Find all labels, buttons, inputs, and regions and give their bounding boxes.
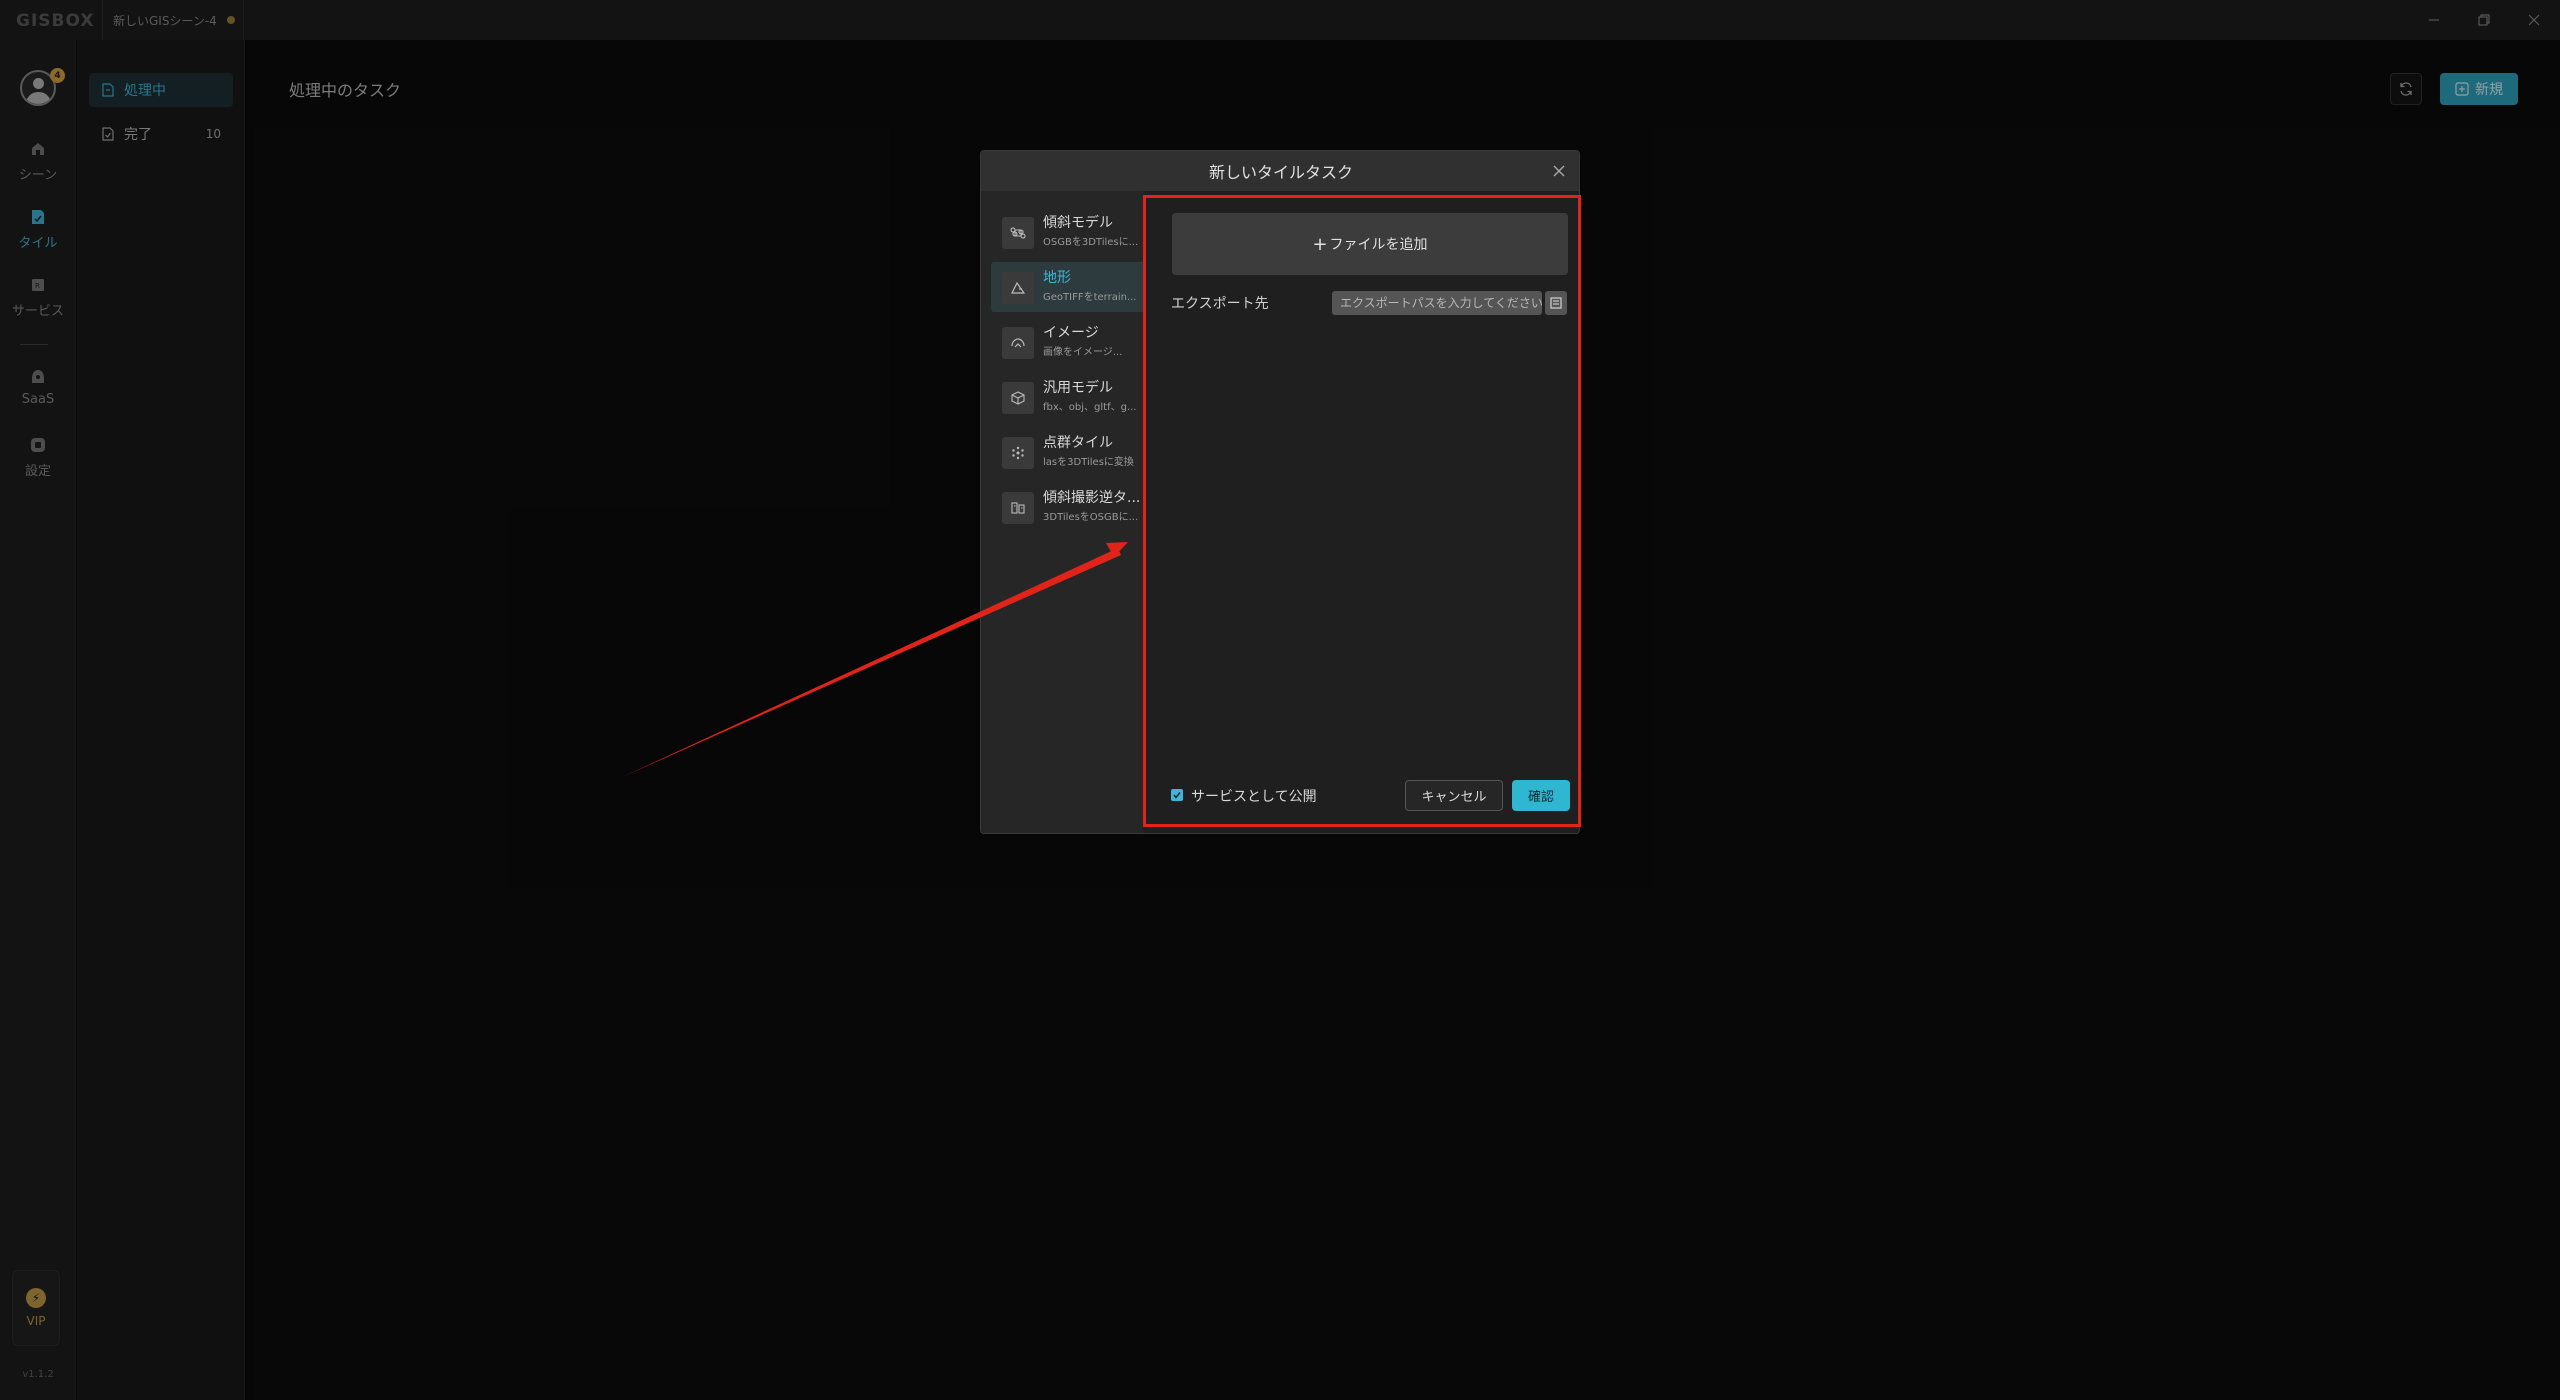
type-description: 画像をイメージ... [1043,347,1123,358]
check-icon [1173,792,1181,799]
type-item-reverse-oblique[interactable]: 傾斜撮影逆タ... 3DTilesをOSGBに... [991,482,1153,532]
task-type-list: 傾斜モデル OSGBを3DTilesに... 地形 GeoTIFFをterrai… [981,191,1153,833]
type-title: 地形 [1043,270,1071,286]
export-path-input[interactable] [1332,291,1542,315]
confirm-button[interactable]: 確認 [1512,780,1570,811]
type-description: lasを3DTilesに変換 [1043,457,1134,468]
dialog-header: 新しいタイルタスク [981,151,1579,191]
task-config-panel [1143,191,1579,833]
command-icon [1002,217,1034,249]
type-title: イメージ [1043,325,1099,341]
publish-as-service-checkbox[interactable] [1171,789,1183,801]
type-title: 汎用モデル [1043,380,1113,396]
type-title: 傾斜モデル [1043,215,1113,231]
cancel-button[interactable]: キャンセル [1405,780,1503,811]
type-item-image[interactable]: イメージ 画像をイメージ... [991,317,1153,367]
type-description: GeoTIFFをterrain... [1043,292,1137,303]
type-description: 3DTilesをOSGBに... [1043,512,1139,523]
type-item-point-cloud[interactable]: 点群タイル lasを3DTilesに変換 [991,427,1153,477]
export-destination-label: エクスポート先 [1171,296,1269,312]
type-item-general-model[interactable]: 汎用モデル fbx、obj、gltf、g... [991,372,1153,422]
type-title: 点群タイル [1043,435,1113,451]
new-tile-task-dialog: 新しいタイルタスク 傾斜モデル OSGBを3DTilesに... 地形 GeoT… [980,150,1580,834]
publish-as-service-label: サービスとして公開 [1191,789,1317,805]
plus-icon: + [1312,233,1328,255]
add-file-label: ファイルを追加 [1329,237,1428,253]
dialog-title: 新しいタイルタスク [1208,163,1353,182]
terrain-icon [1002,272,1034,304]
dialog-close-icon[interactable] [1549,161,1569,181]
type-item-terrain[interactable]: 地形 GeoTIFFをterrain... [991,262,1153,312]
type-title: 傾斜撮影逆タ... [1043,490,1141,506]
point-cloud-icon [1002,437,1034,469]
add-file-button[interactable]: + ファイルを追加 [1172,213,1568,275]
type-description: fbx、obj、gltf、g... [1043,402,1137,413]
type-description: OSGBを3DTilesに... [1043,237,1139,248]
folder-icon [1550,297,1562,309]
cube-icon [1002,382,1034,414]
convert-icon [1002,492,1034,524]
image-icon [1002,327,1034,359]
type-item-oblique-model[interactable]: 傾斜モデル OSGBを3DTilesに... [991,207,1153,257]
browse-folder-button[interactable] [1545,291,1567,315]
